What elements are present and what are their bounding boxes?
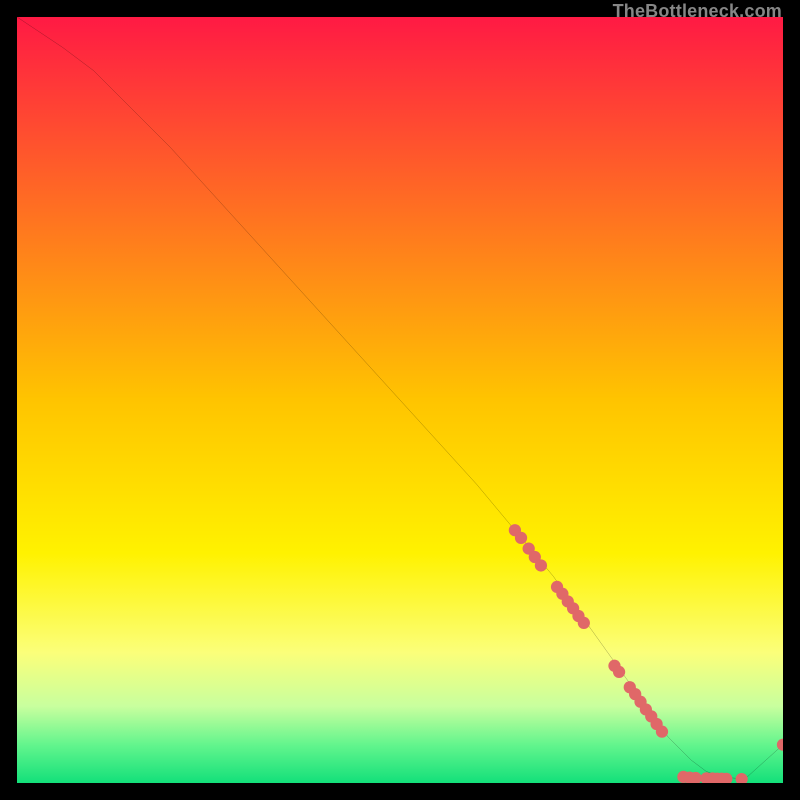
sample-point (656, 726, 668, 738)
watermark: TheBottleneck.com (613, 1, 782, 22)
sample-point (613, 666, 625, 678)
sample-point (578, 617, 590, 629)
chart-svg (17, 17, 783, 783)
plot-area (17, 17, 783, 783)
chart-stage: TheBottleneck.com (0, 0, 800, 800)
sample-point (535, 559, 547, 571)
sample-point (515, 532, 527, 544)
